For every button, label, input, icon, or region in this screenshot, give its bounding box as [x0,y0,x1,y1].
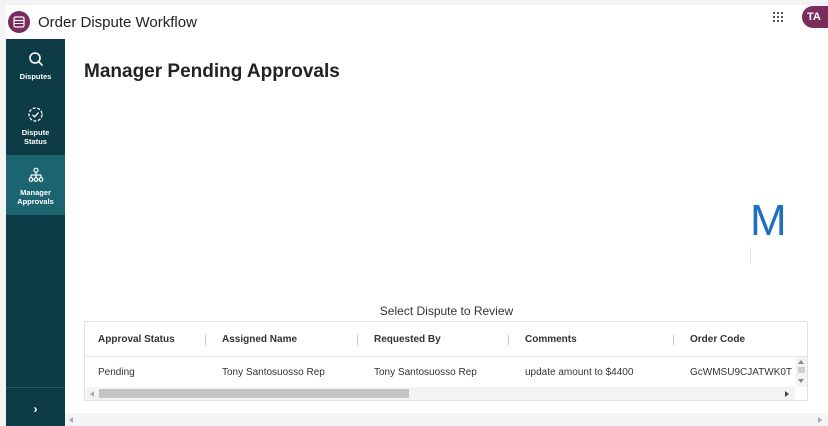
cell-approval-status: Pending [98,366,135,378]
scroll-up-icon[interactable] [798,360,804,364]
column-resize-handle[interactable] [673,335,674,345]
app-launcher-grid-icon[interactable] [770,9,786,25]
cell-assigned-name: Tony Santosuosso Rep [222,366,325,378]
cell-requested-by: Tony Santosuosso Rep [374,366,477,378]
page-title: Manager Pending Approvals [84,61,340,82]
column-header-order-code[interactable]: Order Code [677,322,807,357]
column-header-approval-status[interactable]: Approval Status [85,322,205,357]
page-horizontal-scrollbar[interactable] [65,413,828,426]
cell-comments: update amount to $4400 [525,366,634,378]
scrollbar-thumb[interactable] [798,367,805,373]
sidebar-item-disputes[interactable]: Disputes [6,51,65,89]
logo-letter: M [750,196,787,245]
sidebar-item-dispute-status[interactable]: Dispute Status [6,106,65,148]
column-header-comments[interactable]: Comments [512,322,672,357]
scroll-left-icon[interactable] [69,417,73,423]
column-header-assigned-name[interactable]: Assigned Name [209,322,354,357]
app-table-icon [8,11,30,33]
sidebar-item-label: Manager Approvals [17,188,54,206]
sidebar-item-label: Disputes [19,72,52,81]
scroll-right-icon[interactable] [785,391,789,397]
sidebar-divider [6,387,65,388]
table-header: Approval Status Assigned Name Requested … [85,322,807,357]
sidebar-item-label-line1: Manager [20,188,51,197]
sidebar: Disputes Dispute Status Manager Approval… [6,39,65,426]
sidebar-item-label-line2: Status [24,137,47,146]
scroll-left-icon[interactable] [90,391,94,397]
app-title: Order Dispute Workflow [38,13,197,31]
table-row[interactable]: Pending Tony Santosuosso Rep Tony Santos… [85,357,795,387]
table-caption: Select Dispute to Review [379,304,514,318]
circle-check-icon [27,106,44,125]
sidebar-item-label-line1: Dispute [21,128,50,137]
cell-order-code: GcWMSU9CJATWK0T [690,366,793,378]
scroll-down-icon[interactable] [798,379,804,383]
column-header-requested-by[interactable]: Requested By [361,322,506,357]
column-resize-handle[interactable] [205,335,206,345]
search-icon [28,51,44,69]
disputes-table: Approval Status Assigned Name Requested … [84,321,808,401]
scrollbar-thumb[interactable] [99,389,409,398]
top-bar: Order Dispute Workflow [6,5,828,39]
column-resize-handle[interactable] [508,335,509,345]
logo-divider [750,247,751,263]
sidebar-expand-button[interactable]: › [6,399,65,419]
user-avatar[interactable]: TA [802,6,828,28]
sidebar-item-manager-approvals[interactable]: Manager Approvals [6,155,65,215]
column-resize-handle[interactable] [357,335,358,345]
main-content: Manager Pending Approvals M Select Dispu… [65,39,828,413]
table-horizontal-scrollbar[interactable] [85,387,795,400]
chevron-right-icon: › [33,402,38,416]
sidebar-item-label-line2: Approvals [17,197,54,206]
table-vertical-scrollbar[interactable] [796,357,807,387]
scroll-right-icon[interactable] [818,417,822,423]
sidebar-item-label: Dispute Status [22,128,50,146]
hierarchy-icon [28,167,44,185]
